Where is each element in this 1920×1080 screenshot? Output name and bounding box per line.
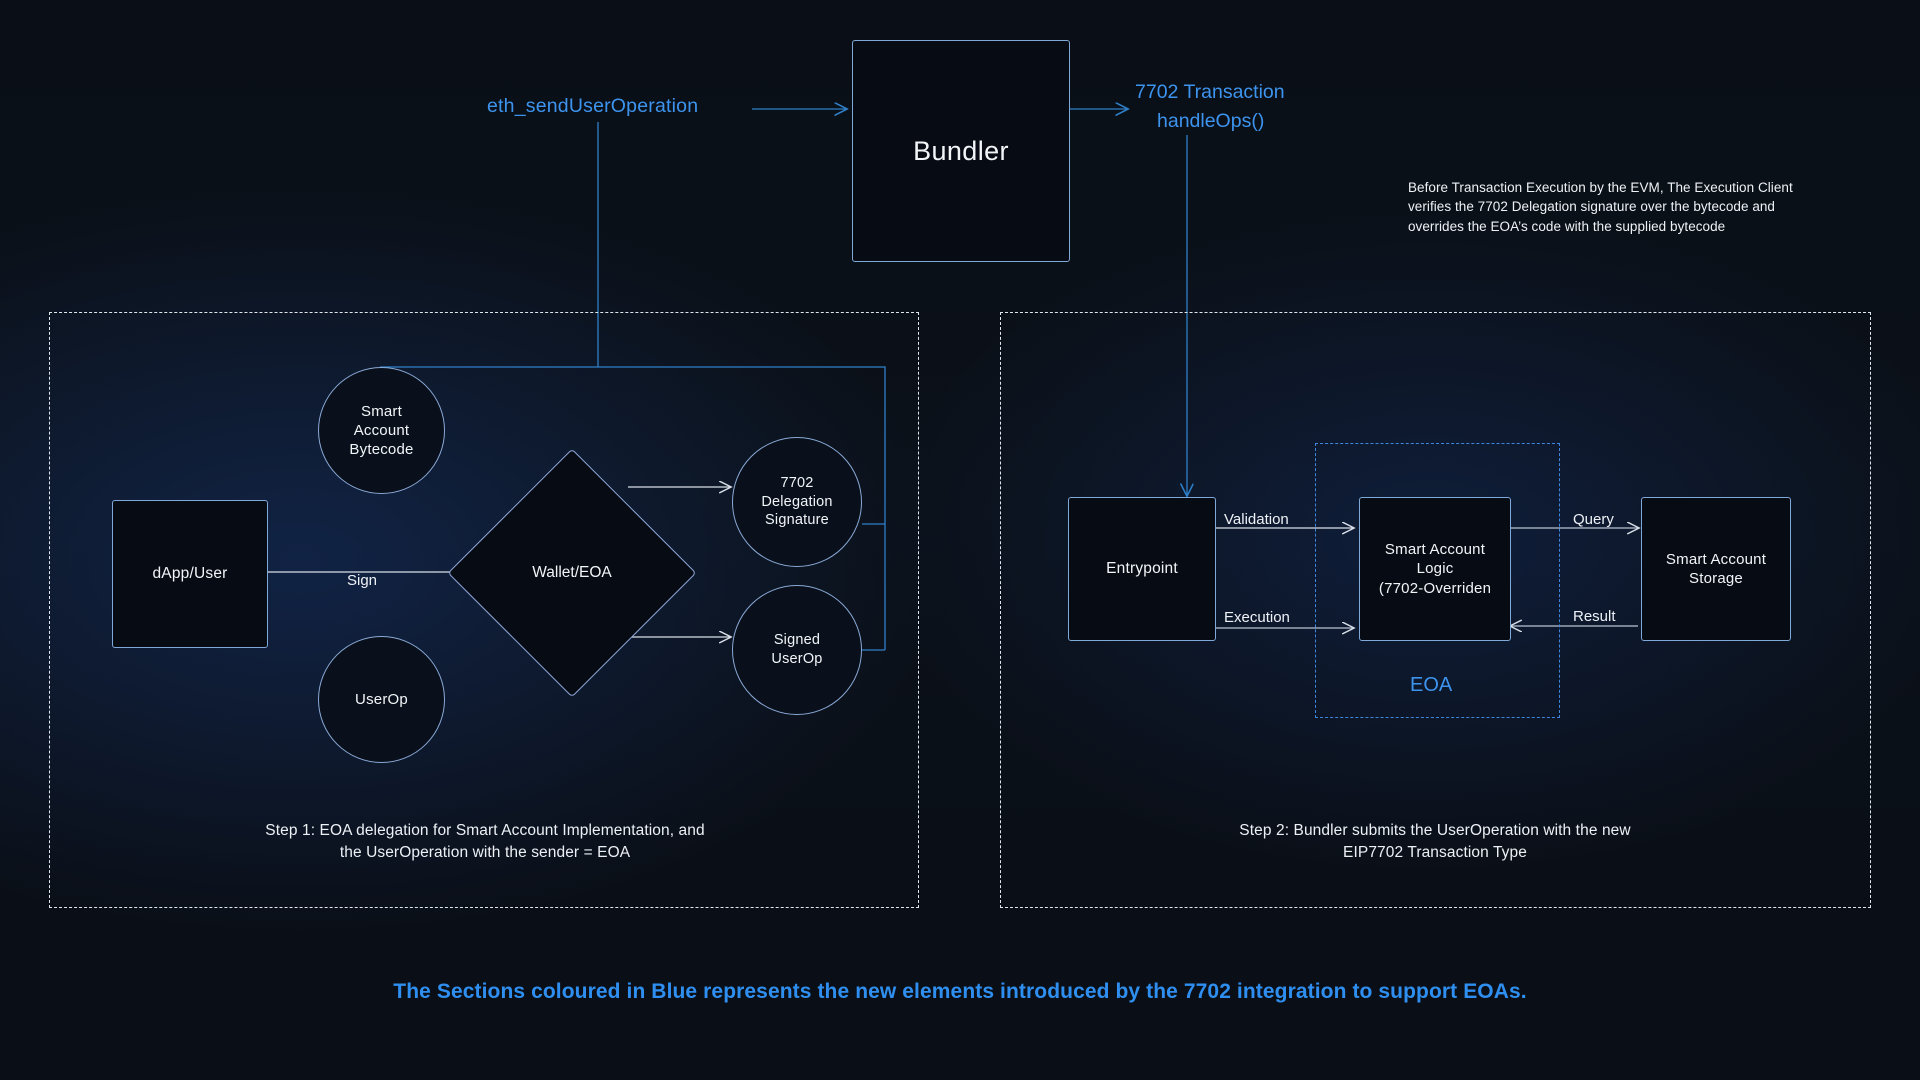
eth-send-user-operation-label: eth_sendUserOperation <box>487 95 699 117</box>
smart-account-bytecode-node[interactable]: Smart Account Bytecode <box>318 367 445 494</box>
eoa-label: EOA <box>1410 674 1453 696</box>
bundler-node[interactable]: Bundler <box>852 40 1070 262</box>
query-edge-label: Query <box>1573 511 1614 528</box>
smart-account-storage-label: Smart Account Storage <box>1665 550 1767 587</box>
footer-note: The Sections coloured in Blue represents… <box>393 980 1527 1003</box>
smart-account-logic-node[interactable]: Smart Account Logic (7702-Overriden <box>1359 497 1511 641</box>
7702-transaction-label: 7702 Transaction handleOps() <box>1135 78 1285 137</box>
delegation-signature-label: 7702 Delegation Signature <box>761 475 833 529</box>
entrypoint-node[interactable]: Entrypoint <box>1068 497 1216 641</box>
diagram-canvas: eth_sendUserOperation Bundler 7702 Trans… <box>0 0 1920 1080</box>
validation-edge-label: Validation <box>1224 511 1289 528</box>
wallet-eoa-label: Wallet/EOA <box>532 564 612 581</box>
userop-label: UserOp <box>355 690 408 708</box>
result-edge-label: Result <box>1573 608 1616 625</box>
dapp-user-label: dApp/User <box>152 565 228 583</box>
delegation-signature-node[interactable]: 7702 Delegation Signature <box>732 437 862 567</box>
signed-userop-label: Signed UserOp <box>771 632 823 667</box>
step2-caption-line1: Step 2: Bundler submits the UserOperatio… <box>1239 822 1631 839</box>
step2-caption-line2: EIP7702 Transaction Type <box>1343 844 1527 861</box>
step2-caption: Step 2: Bundler submits the UserOperatio… <box>1090 820 1780 864</box>
step1-caption-line2: the UserOperation with the sender = EOA <box>339 844 631 861</box>
smart-account-logic-label: Smart Account Logic (7702-Overriden <box>1378 541 1492 597</box>
evm-execution-note: Before Transaction Execution by the EVM,… <box>1408 180 1793 234</box>
userop-node[interactable]: UserOp <box>318 636 445 763</box>
step1-caption: Step 1: EOA delegation for Smart Account… <box>140 820 830 864</box>
tx-line-2: handleOps() <box>1157 110 1265 133</box>
smart-account-storage-node[interactable]: Smart Account Storage <box>1641 497 1791 641</box>
smart-account-bytecode-label: Smart Account Bytecode <box>349 402 414 459</box>
sign-edge-label: Sign <box>347 572 378 589</box>
entrypoint-label: Entrypoint <box>1106 560 1178 578</box>
wallet-eoa-node[interactable]: Wallet/EOA <box>447 448 697 698</box>
dapp-user-node[interactable]: dApp/User <box>112 500 268 648</box>
signed-userop-node[interactable]: Signed UserOp <box>732 585 862 715</box>
execution-edge-label: Execution <box>1224 609 1290 626</box>
step1-caption-line1: Step 1: EOA delegation for Smart Account… <box>265 822 705 839</box>
bundler-label: Bundler <box>913 135 1009 166</box>
tx-line-1: 7702 Transaction <box>1135 81 1285 103</box>
